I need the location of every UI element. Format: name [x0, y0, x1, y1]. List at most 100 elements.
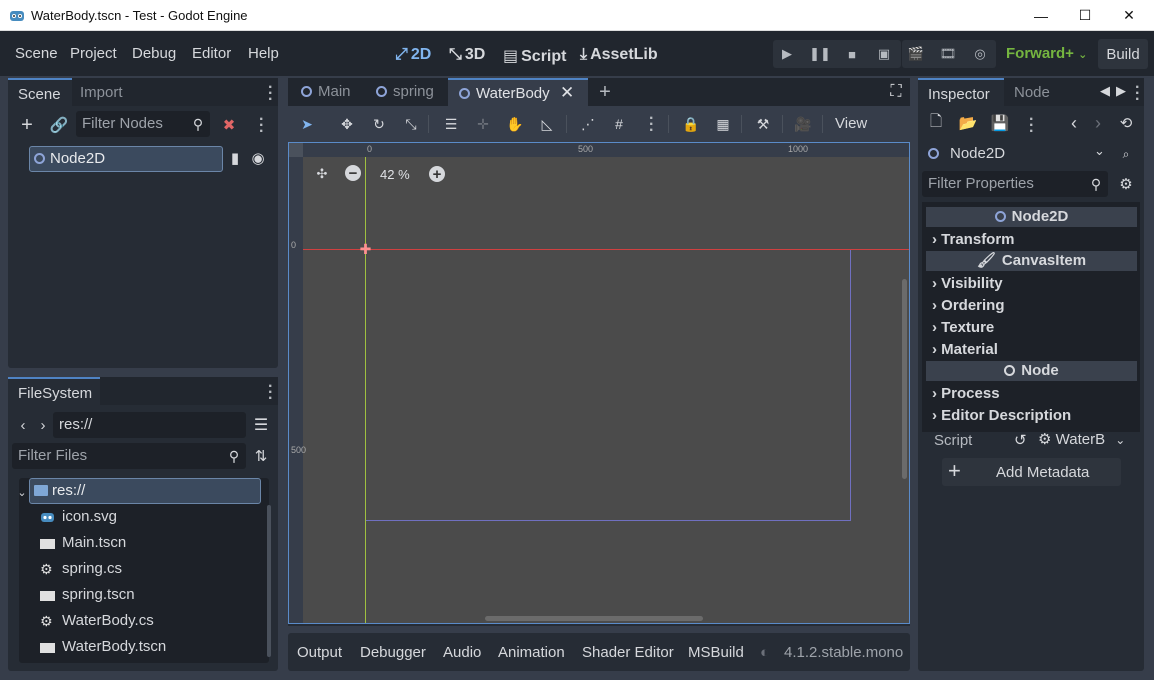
recent-history-icon[interactable]: ⟲ [1116, 113, 1136, 133]
visibility-icon[interactable]: ◉ [249, 150, 267, 167]
workspace-assetlib[interactable]: ⤓ AssetLib [580, 46, 658, 64]
stop-icon[interactable]: ■ [838, 40, 866, 68]
tab-spring[interactable]: spring [365, 78, 444, 106]
rotate-tool-icon[interactable]: ↻ [368, 113, 390, 135]
camera-override-icon[interactable]: 🎥 [792, 113, 814, 135]
category-material[interactable]: › Material [932, 341, 998, 358]
tab-shader-editor[interactable]: Shader Editor [582, 644, 674, 661]
next-dock-icon[interactable]: ▶ [1114, 83, 1128, 99]
workspace-script[interactable]: ▤ Script [503, 46, 566, 66]
maximize-button[interactable]: ☐ [1062, 0, 1108, 31]
close-window-button[interactable]: ✕ [1106, 0, 1152, 31]
category-editor-description[interactable]: › Editor Description [932, 407, 1071, 424]
category-ordering[interactable]: › Ordering [932, 297, 1005, 314]
canvas-viewport[interactable]: 0 500 1000 0 500 ✚ ✣ − 42 % + [288, 142, 910, 624]
renderer-select[interactable]: Forward+ ⌄ [1006, 45, 1087, 62]
sort-icon[interactable]: ⇅ [252, 446, 270, 466]
zoom-in-icon[interactable]: + [429, 166, 445, 183]
property-settings-icon[interactable]: ⚙ [1116, 174, 1136, 194]
fs-item-res[interactable]: res:// [29, 478, 261, 504]
pivot-icon[interactable]: ✛ [472, 113, 494, 135]
detach-script-icon[interactable]: ✖ [218, 114, 240, 136]
open-resource-icon[interactable]: 📂 [958, 113, 978, 133]
play-icon[interactable]: ▶ [773, 40, 801, 68]
revert-icon[interactable]: ↺ [1014, 431, 1027, 449]
minimize-button[interactable]: — [1018, 0, 1064, 31]
tab-filesystem[interactable]: FileSystem [8, 377, 100, 405]
history-forward-icon[interactable]: › [1090, 113, 1106, 133]
menu-scene[interactable]: Scene [15, 45, 58, 62]
move-tool-icon[interactable]: ✥ [336, 113, 358, 135]
add-metadata-button[interactable]: + Add Metadata [942, 458, 1121, 486]
zoom-level[interactable]: 42 % [380, 167, 410, 182]
fs-item[interactable]: icon.svg [41, 506, 117, 528]
distraction-free-icon[interactable]: ⛶ [885, 81, 907, 103]
list-select-icon[interactable]: ☰ [440, 113, 462, 135]
menu-help[interactable]: Help [248, 45, 279, 62]
menu-project[interactable]: Project [70, 45, 117, 62]
scale-tool-icon[interactable]: ⤡ [400, 113, 422, 135]
link-icon[interactable]: 🔗 [48, 114, 70, 136]
category-transform[interactable]: › Transform [932, 231, 1015, 248]
lock-icon[interactable]: 🔒 [680, 113, 702, 135]
center-view-icon[interactable]: ✣ [313, 165, 331, 183]
fs-item[interactable]: Main.tscn [40, 532, 126, 554]
category-process[interactable]: › Process [932, 385, 1000, 402]
back-icon[interactable]: ‹ [16, 415, 30, 435]
script-attached-icon[interactable]: ▮ [227, 150, 243, 167]
tab-import[interactable]: Import [70, 78, 133, 106]
dock-menu-icon[interactable]: · · · [268, 80, 273, 108]
play-custom-scene-icon[interactable]: 🎞 [934, 40, 962, 68]
scene-node-node2d[interactable]: Node2D [29, 146, 223, 172]
fs-item[interactable]: ⚙ spring.cs [40, 558, 122, 580]
fs-item[interactable]: spring.tscn [40, 584, 135, 606]
resource-menu-icon[interactable]: · · · [1029, 112, 1034, 140]
collapse-icon[interactable]: ⌄ [16, 482, 28, 502]
menu-debug[interactable]: Debug [132, 45, 176, 62]
tab-animation[interactable]: Animation [498, 644, 565, 661]
script-resource-picker[interactable]: ⚙ WaterB ⌄ [1038, 430, 1136, 452]
filter-files-input[interactable]: Filter Files [12, 443, 246, 469]
movie-maker-icon[interactable]: ◎ [966, 40, 994, 68]
tab-main[interactable]: Main [290, 78, 361, 106]
history-back-icon[interactable]: ‹ [1066, 113, 1082, 133]
smart-snap-icon[interactable]: ⋰ [577, 113, 599, 135]
add-tab-icon[interactable]: + [594, 81, 616, 103]
inspector-menu-icon[interactable]: · · · [1135, 80, 1140, 108]
split-view-icon[interactable]: ☰ [252, 415, 270, 435]
docs-icon[interactable]: ⌕ [1116, 144, 1136, 164]
close-tab-icon[interactable]: ✕ [560, 83, 574, 103]
tab-audio[interactable]: Audio [443, 644, 481, 661]
tab-debugger[interactable]: Debugger [360, 644, 426, 661]
add-node-icon[interactable]: + [16, 114, 38, 136]
fs-item[interactable]: ⚙ WaterBody.cs [40, 610, 154, 632]
scene-menu-icon[interactable]: · · · [259, 112, 264, 140]
fs-dock-menu-icon[interactable]: · · · [268, 379, 273, 407]
play-scene-icon[interactable]: 🎬 [902, 40, 930, 68]
forward-icon[interactable]: › [36, 415, 50, 435]
remote-debug-icon[interactable]: ▣ [870, 40, 898, 68]
tab-msbuild[interactable]: MSBuild [688, 644, 744, 661]
fs-item[interactable]: WaterBody.tscn [40, 636, 166, 658]
tab-output[interactable]: Output [297, 644, 342, 661]
category-texture[interactable]: › Texture [932, 319, 994, 336]
save-resource-icon[interactable]: 💾 [990, 113, 1010, 133]
ruler-tool-icon[interactable]: ◺ [536, 113, 558, 135]
node-selector[interactable]: Node2D ⌄ [922, 141, 1110, 167]
select-tool-icon[interactable]: ➤ [296, 113, 318, 135]
snap-options-icon[interactable]: · · · [649, 111, 654, 139]
workspace-3d[interactable]: ⤡ 3D [449, 46, 485, 64]
origin-icon[interactable]: ✚ [359, 242, 372, 256]
menu-editor[interactable]: Editor [192, 45, 231, 62]
grid-snap-icon[interactable]: # [608, 113, 630, 135]
tab-inspector[interactable]: Inspector [918, 78, 1004, 106]
pause-icon[interactable]: ❚❚ [806, 40, 834, 68]
group-icon[interactable]: ▦ [712, 113, 734, 135]
workspace-2d[interactable]: ⤢ 2D [395, 46, 431, 64]
zoom-out-icon[interactable]: − [345, 165, 361, 182]
prev-dock-icon[interactable]: ◀ [1098, 83, 1112, 99]
h-scrollbar[interactable] [485, 616, 703, 621]
v-scrollbar[interactable] [902, 279, 907, 479]
tab-node[interactable]: Node [1004, 78, 1060, 106]
view-menu[interactable]: View [835, 115, 867, 132]
